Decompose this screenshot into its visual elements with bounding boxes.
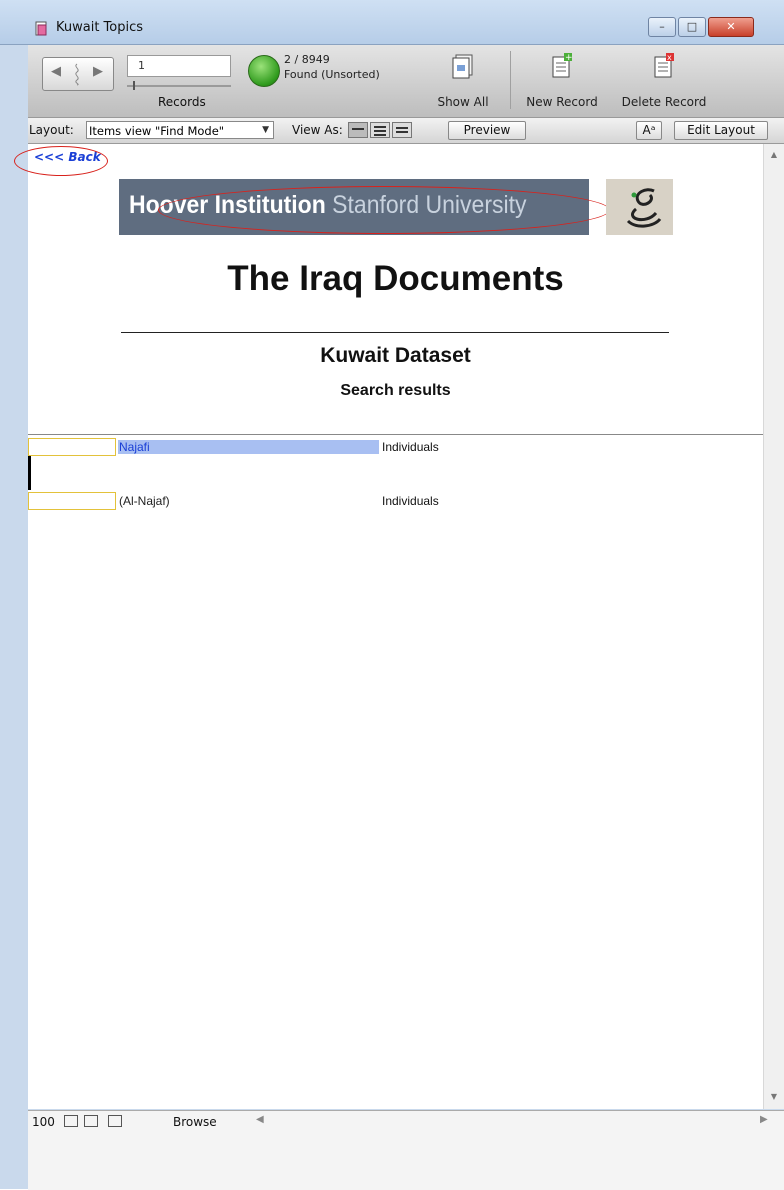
found-set-pie-icon (248, 55, 280, 87)
title-bar[interactable]: Kuwait Topics – □ ✕ (0, 0, 784, 45)
page-title: The Iraq Documents (227, 259, 564, 298)
row-category: Individuals (382, 494, 439, 508)
new-record-button[interactable]: + New Record (518, 51, 606, 109)
layout-label: Layout: (29, 123, 74, 137)
close-icon: ✕ (726, 20, 736, 33)
list-item[interactable]: (Al-Najaf) Individuals (28, 492, 763, 510)
book-spiral-icon (75, 63, 79, 86)
svg-text:+: + (565, 53, 573, 63)
toggle-status-toolbar-icon[interactable] (108, 1115, 122, 1127)
vertical-scrollbar[interactable]: ▲ ▼ (763, 144, 784, 1109)
layout-select[interactable]: Items view "Find Mode" ▼ (86, 121, 274, 139)
record-book-navigator[interactable]: ◀ ▶ (42, 57, 114, 91)
layout-content-area: <<< Back Hoover Institution Stanford Uni… (14, 144, 763, 1109)
row-empty-field[interactable] (28, 438, 116, 456)
layout-select-value: Items view "Find Mode" (89, 124, 225, 138)
scroll-right-icon[interactable]: ▶ (760, 1114, 768, 1125)
maximize-button[interactable]: □ (678, 17, 706, 37)
toolbar-separator (510, 51, 511, 109)
zoom-out-icon[interactable] (64, 1115, 78, 1127)
search-results-heading: Search results (340, 382, 451, 399)
status-toolbar: ◀ ▶ 1 Records 2 / 8949 Found (Unsorted) … (28, 45, 784, 118)
view-as-form-button[interactable] (348, 122, 368, 138)
delete-record-icon: x (654, 53, 674, 78)
found-state: Found (Unsorted) (284, 68, 380, 81)
app-window: Kuwait Topics – □ ✕ ◀ ▶ 1 Records 2 / 89… (0, 0, 784, 1190)
minimize-icon: – (659, 20, 665, 33)
delete-record-button[interactable]: x Delete Record (616, 51, 712, 109)
record-slider-knob[interactable] (133, 81, 135, 90)
scroll-down-icon[interactable]: ▼ (764, 1092, 784, 1101)
text-formatting-button[interactable]: Aᵃ (636, 121, 662, 140)
zoom-level[interactable]: 100 (32, 1115, 55, 1129)
view-as-label: View As: (292, 123, 343, 137)
list-item[interactable]: Najafi Individuals (28, 438, 763, 456)
layout-bar: Layout: Items view "Find Mode" ▼ View As… (28, 118, 784, 144)
calligraphy-logo (606, 179, 673, 235)
preview-button[interactable]: Preview (448, 121, 526, 140)
annotation-circle-banner (158, 186, 610, 234)
view-as-list-button[interactable] (370, 122, 390, 138)
dropdown-arrow-icon: ▼ (262, 125, 269, 135)
filemaker-app-icon (35, 21, 47, 36)
new-record-label: New Record (526, 95, 598, 109)
annotation-circle-back (14, 146, 108, 176)
status-bar: 100 Browse ◀ ▶ (28, 1110, 784, 1190)
calligraphy-logo-icon (626, 188, 662, 228)
close-button[interactable]: ✕ (708, 17, 754, 37)
mode-popup[interactable]: Browse (173, 1115, 217, 1129)
record-slider[interactable] (127, 81, 231, 90)
maximize-icon: □ (686, 20, 698, 33)
dataset-title: Kuwait Dataset (320, 344, 471, 367)
window-title: Kuwait Topics (56, 20, 144, 35)
window-frame-left (0, 45, 28, 1189)
records-label: Records (158, 95, 206, 109)
zoom-in-icon[interactable] (84, 1115, 98, 1127)
show-all-label: Show All (437, 95, 489, 109)
header-divider (28, 434, 763, 435)
delete-record-label: Delete Record (621, 95, 707, 109)
current-record-indicator (28, 456, 31, 490)
previous-record-icon[interactable]: ◀ (51, 64, 61, 79)
minimize-button[interactable]: – (648, 17, 676, 37)
found-count: 2 / 8949 (284, 53, 330, 66)
row-category: Individuals (382, 440, 439, 454)
row-name[interactable]: (Al-Najaf) (118, 494, 379, 508)
scroll-left-icon[interactable]: ◀ (256, 1114, 264, 1125)
svg-text:x: x (667, 53, 672, 62)
show-all-icon (452, 54, 473, 79)
row-empty-field[interactable] (28, 492, 116, 510)
scroll-up-icon[interactable]: ▲ (764, 150, 784, 159)
show-all-button[interactable]: Show All (428, 51, 498, 109)
view-as-table-button[interactable] (392, 122, 412, 138)
edit-layout-button[interactable]: Edit Layout (674, 121, 768, 140)
next-record-icon[interactable]: ▶ (93, 64, 103, 79)
title-divider (121, 332, 669, 333)
new-record-icon: + (552, 53, 573, 78)
row-name[interactable]: Najafi (118, 440, 379, 454)
current-record-field[interactable]: 1 (127, 55, 231, 77)
